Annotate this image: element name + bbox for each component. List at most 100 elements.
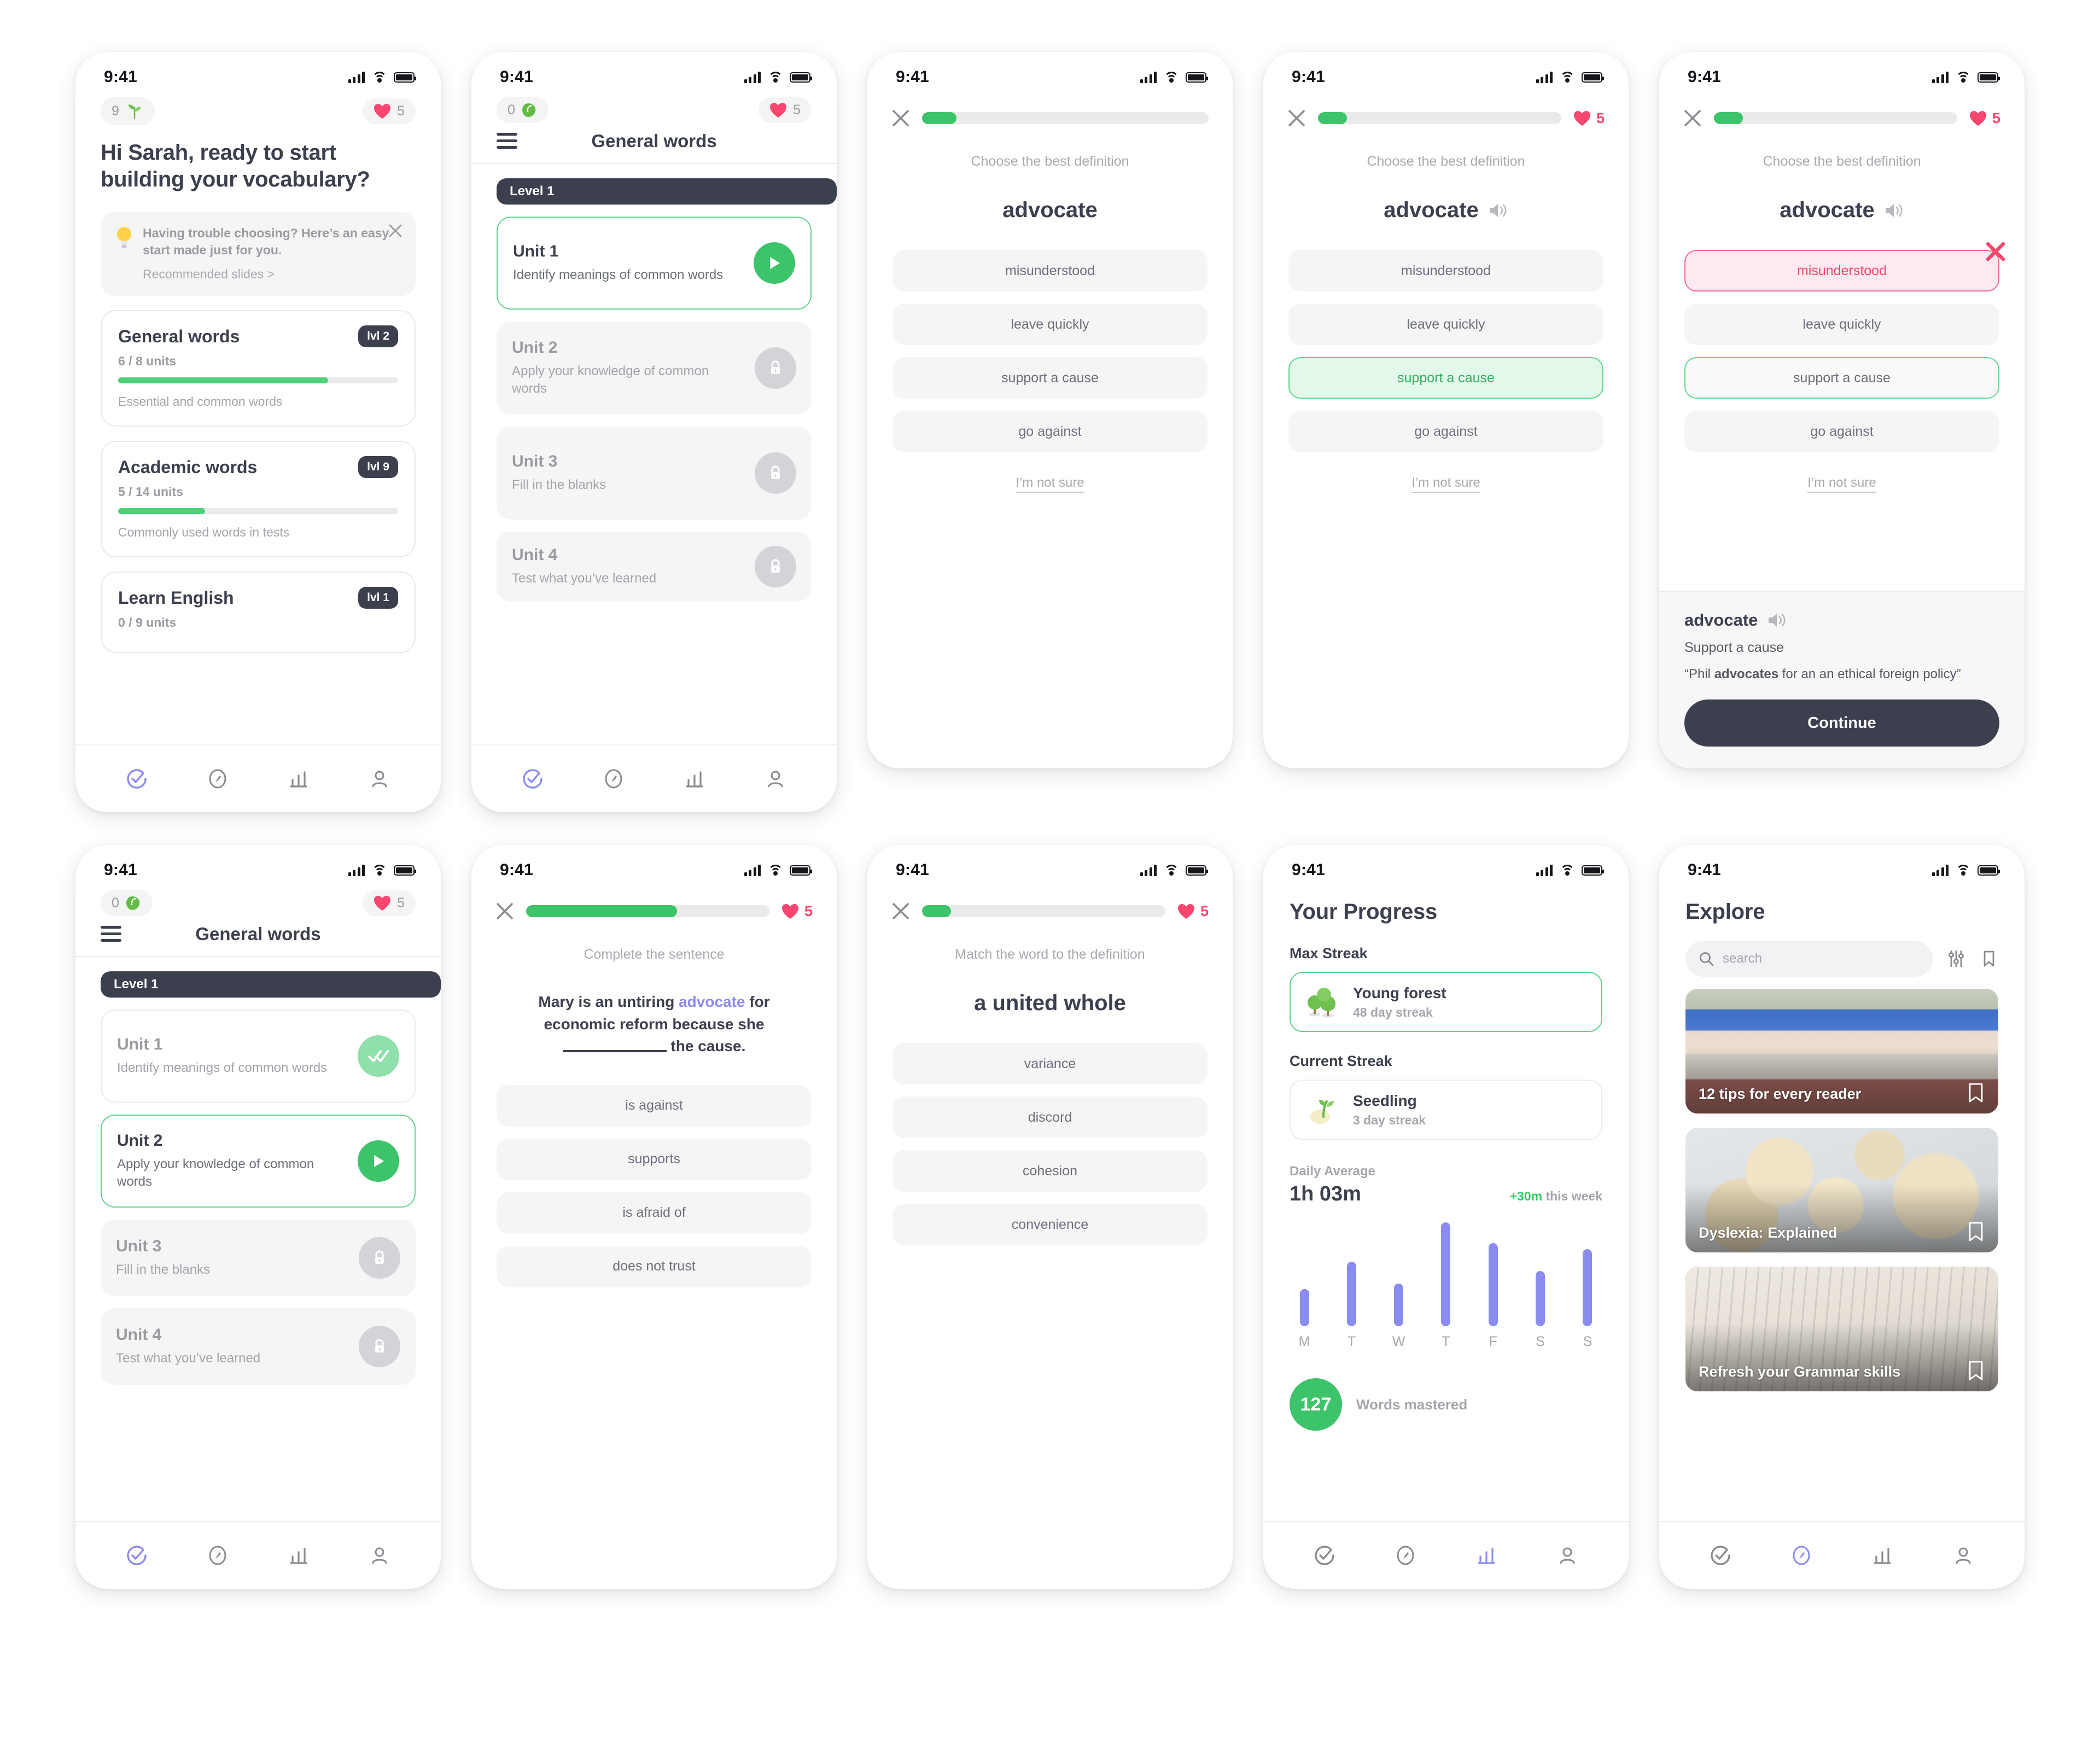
tip-card[interactable]: Having trouble choosing? Here’s an easy … [101,211,416,296]
quiz-option[interactable]: supports [497,1138,812,1180]
tab-profile[interactable] [368,1543,392,1567]
quiz-option[interactable]: go against [1288,411,1603,452]
tab-learn[interactable] [125,1543,149,1567]
hearts-counter[interactable]: 5 [759,97,812,123]
signal-icon [348,71,365,83]
status-icons [1932,864,2000,876]
quiz-option[interactable]: does not trust [497,1245,812,1287]
quiz-option[interactable]: misunderstood [1288,250,1603,292]
quiz-option[interactable]: discord [892,1097,1208,1138]
status-bar: 9:41 [75,845,441,885]
quiz-option[interactable]: variance [892,1043,1208,1085]
current-streak-card[interactable]: Seedling 3 day streak [1290,1080,1602,1140]
quiz-option[interactable]: misunderstood [892,250,1208,292]
hamburger-icon[interactable] [497,133,517,149]
not-sure-link[interactable]: I’m not sure [1263,475,1629,493]
unit-card-2[interactable]: Unit 2 Apply your knowledge of common wo… [101,1115,416,1208]
unit-desc: Test what you’ve learned [116,1351,261,1366]
hearts-counter[interactable]: 5 [363,890,416,916]
quiz-option[interactable]: convenience [892,1204,1208,1245]
explore-card[interactable]: 12 tips for every reader [1685,989,1998,1114]
quiz-prompt: Choose the best definition [1763,154,1921,169]
unit-card-1[interactable]: Unit 1 Identify meanings of common words [101,1010,416,1103]
tab-progress[interactable] [1870,1543,1894,1567]
bean-counter[interactable]: 0 [101,890,153,916]
lock-icon [771,360,780,374]
explore-card[interactable]: Refresh your Grammar skills [1685,1267,1998,1391]
bookmark-icon[interactable] [1968,1361,1984,1380]
quiz-option[interactable]: is afraid of [497,1192,812,1234]
tab-progress[interactable] [1474,1543,1498,1567]
bookmark-icon[interactable] [1968,1222,1984,1241]
quiz-option[interactable]: cohesion [892,1150,1208,1192]
quiz-option[interactable]: is against [497,1085,812,1127]
unit-card-3[interactable]: Unit 3 Fill in the blanks [101,1220,416,1296]
not-sure-link[interactable]: I’m not sure [1659,475,2025,493]
quiz-option[interactable]: go against [1684,411,1999,452]
tab-learn[interactable] [1708,1543,1732,1567]
tab-progress[interactable] [682,767,707,791]
tab-profile[interactable] [1951,1543,1975,1567]
close-icon[interactable] [1683,109,1702,127]
max-streak-card[interactable]: Young forest 48 day streak [1290,972,1602,1032]
speaker-icon[interactable] [1883,202,1904,219]
unit-card-1[interactable]: Unit 1 Identify meanings of common words [497,217,812,310]
tab-learn[interactable] [125,767,149,791]
tab-explore[interactable] [206,767,230,791]
close-icon[interactable] [388,224,402,238]
tab-profile[interactable] [368,767,392,791]
quiz-option[interactable]: leave quickly [1288,304,1603,345]
course-card-english[interactable]: Learn English lvl 1 0 / 9 units [101,572,416,654]
seed-counter[interactable]: 9 [101,97,155,125]
quiz-option-correct[interactable]: support a cause [1684,357,1999,399]
quiz-option[interactable]: leave quickly [1684,304,1999,345]
quiz-option-selected-wrong[interactable]: misunderstood [1684,242,2005,292]
unit-card-3[interactable]: Unit 3 Fill in the blanks [497,427,812,520]
recommended-slides-link[interactable]: Recommended slides > [143,267,275,282]
bean-counter[interactable]: 0 [497,97,549,123]
explore-card[interactable]: Dyslexia: Explained [1685,1128,1998,1252]
close-icon[interactable] [1287,109,1306,127]
tab-explore[interactable] [602,767,626,791]
unit-desc: Identify meanings of common words [117,1060,328,1076]
course-head: Academic words lvl 9 [118,456,398,479]
bookmark-icon[interactable] [1980,949,1998,968]
close-icon[interactable] [891,902,910,920]
tab-progress[interactable] [287,1543,311,1567]
quiz-option-selected-correct[interactable]: support a cause [1288,357,1603,399]
tab-profile[interactable] [763,767,788,791]
search-input[interactable]: search [1685,941,1933,977]
heart-icon [1177,903,1194,919]
tab-progress[interactable] [287,767,311,791]
play-button[interactable] [358,1140,399,1182]
continue-button[interactable]: Continue [1684,699,1999,747]
unit-card-2[interactable]: Unit 2 Apply your knowledge of common wo… [497,322,812,415]
hearts-counter[interactable]: 5 [363,98,416,124]
tab-profile[interactable] [1555,1543,1579,1567]
quiz-option[interactable]: support a cause [892,357,1208,399]
speaker-icon[interactable] [1488,202,1508,219]
tab-explore[interactable] [1789,1543,1813,1567]
quiz-progress-bar [526,905,769,917]
unit-card-4[interactable]: Unit 4 Test what you’ve learned [101,1308,416,1385]
close-icon[interactable] [495,902,514,920]
sliders-icon[interactable] [1947,949,1965,968]
quiz-option[interactable]: leave quickly [892,304,1208,345]
speaker-icon[interactable] [1766,611,1787,629]
unit-card-4[interactable]: Unit 4 Test what you’ve learned [497,532,812,602]
tab-explore[interactable] [1393,1543,1418,1567]
tab-explore[interactable] [206,1543,230,1567]
not-sure-link[interactable]: I’m not sure [867,475,1233,493]
play-button[interactable] [754,242,795,284]
close-icon[interactable] [891,109,910,127]
completed-button [358,1035,399,1077]
course-card-general[interactable]: General words lvl 2 6 / 8 units Essentia… [101,310,416,427]
status-icons [348,71,416,83]
tab-learn[interactable] [521,767,545,791]
bookmark-icon[interactable] [1968,1083,1984,1103]
tab-learn[interactable] [1312,1543,1337,1567]
hamburger-icon[interactable] [101,926,121,942]
quiz-option[interactable]: go against [892,411,1208,452]
course-card-academic[interactable]: Academic words lvl 9 5 / 14 units Common… [101,441,416,558]
unit-desc: Apply your knowledge of common words [512,364,709,396]
